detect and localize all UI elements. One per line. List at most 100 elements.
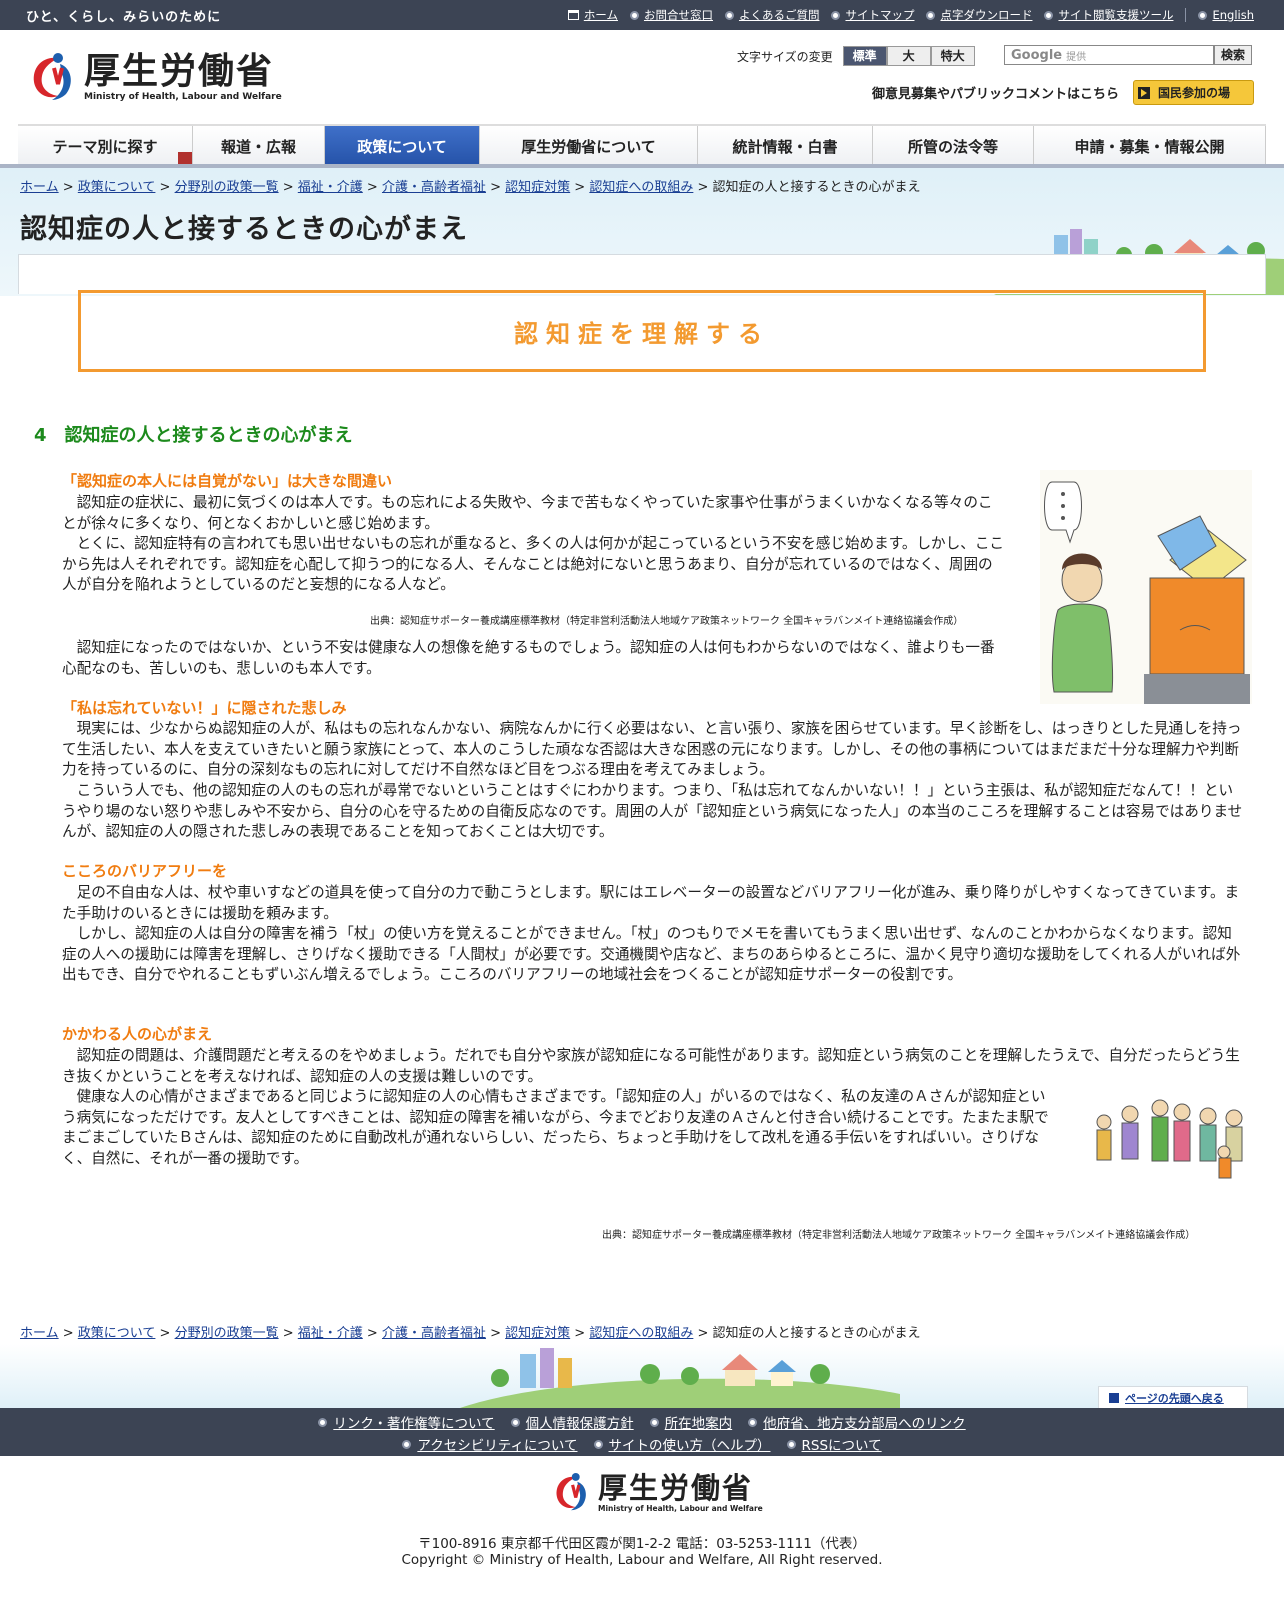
paragraph: とくに、認知症特有の言われても思い出せないもの忘れが重なると、多くの人は何かが起… <box>62 535 1005 593</box>
home-link[interactable]: ホーム <box>567 7 618 23</box>
font-size-label: 文字サイズの変更 <box>737 49 833 64</box>
site-logo[interactable]: 厚生労働省 Ministry of Health, Labour and Wel… <box>28 50 282 104</box>
logo-jp: 厚生労働省 <box>598 1470 754 1505</box>
bullet-icon <box>510 1417 520 1427</box>
paragraph: 認知症の症状に、最初に気づくのは本人です。もの忘れによる失敗や、今まで苦もなくや… <box>62 494 993 532</box>
citation: 出典：認知症サポーター養成講座標準教材（特定非営利活動法人地域ケア政策ネットワー… <box>370 616 964 627</box>
subheading: こころのバリアフリーを <box>62 862 228 880</box>
footer-link[interactable]: 所在地案内 <box>649 1412 732 1432</box>
confused-person-illustration <box>1040 470 1252 704</box>
search-form: Google 提供 検索 <box>1004 45 1252 65</box>
paragraph: こういう人でも、他の認知症の人のもの忘れが尋常でないということはすぐにわかります… <box>62 782 1243 840</box>
group-of-people-illustration <box>1096 1099 1243 1179</box>
breadcrumb-link[interactable]: 政策について <box>78 1326 156 1341</box>
nav-press[interactable]: 報道・広報 <box>193 126 325 166</box>
page-title: 認知症の人と接するときの心がまえ <box>20 214 468 245</box>
logo-en: Ministry of Health, Labour and Welfare <box>84 92 282 102</box>
bullet-icon <box>748 1417 758 1427</box>
font-size-xlarge-button[interactable]: 特大 <box>930 46 975 66</box>
footer-link[interactable]: サイトの使い方（ヘルプ） <box>593 1434 771 1454</box>
top-links: ホーム お問合せ窓口 よくあるご質問 サイトマップ 点字ダウンロード サイト閲覧… <box>556 7 1254 23</box>
footer-links-row: リンク・著作権等について 個人情報保護方針 所在地案内 他府省、地方支分部局への… <box>0 1412 1284 1432</box>
home-icon <box>567 10 579 20</box>
subheading: 「認知症の本人には自覚がない」は大きな間違い <box>62 472 393 490</box>
section-banner: 認知症を理解する <box>78 290 1206 372</box>
font-size-switcher: 文字サイズの変更 標準 大 特大 <box>737 46 975 66</box>
footer-link[interactable]: アクセシビリティについて <box>402 1434 578 1454</box>
nav-policy[interactable]: 政策について <box>325 126 480 166</box>
breadcrumb-link[interactable]: 介護・高齢者福祉 <box>382 1326 486 1341</box>
paragraph: しかし、認知症の人は自分の障害を補う「杖」の使い方を覚えることができません。「杖… <box>62 925 1241 983</box>
paragraph: 認知症になったのではないか、という不安は健康な人の想像を絶するものでしょう。認知… <box>62 639 995 677</box>
logo-text: 厚生労働省 Ministry of Health, Labour and Wel… <box>84 51 282 103</box>
breadcrumb: ホーム > 政策について > 分野別の政策一覧 > 福祉・介護 > 介護・高齢者… <box>20 180 921 195</box>
logo-jp: 厚生労働省 <box>84 51 275 92</box>
breadcrumb-link[interactable]: ホーム <box>20 180 59 195</box>
breadcrumb-link[interactable]: 分野別の政策一覧 <box>175 180 279 195</box>
bullet-icon <box>1198 10 1208 20</box>
page-top-icon <box>1109 1392 1119 1403</box>
bullet-icon <box>593 1439 603 1449</box>
footer-link[interactable]: リンク・著作権等について <box>318 1412 495 1432</box>
footer-link[interactable]: RSSについて <box>786 1434 882 1454</box>
breadcrumb-bottom: ホーム > 政策について > 分野別の政策一覧 > 福祉・介護 > 介護・高齢者… <box>20 1326 921 1341</box>
breadcrumb-link[interactable]: 認知症への取組み <box>589 1326 693 1341</box>
contact-link[interactable]: お問合せ窓口 <box>629 7 713 23</box>
footer-town-illustration <box>460 1348 900 1408</box>
browsing-support-link[interactable]: サイト閲覧支援ツール <box>1044 7 1173 23</box>
bullet-icon <box>724 10 734 20</box>
search-input[interactable]: Google 提供 <box>1004 45 1214 65</box>
breadcrumb-link[interactable]: 認知症対策 <box>505 1326 570 1341</box>
bullet-icon <box>831 10 841 20</box>
bullet-icon <box>649 1417 659 1427</box>
top-bar: ひと、くらし、みらいのために ホーム お問合せ窓口 よくあるご質問 サイトマップ… <box>0 0 1284 30</box>
arrow-icon <box>1138 86 1150 99</box>
footer-link[interactable]: 他府省、地方支分部局へのリンク <box>748 1412 966 1432</box>
page-top-link[interactable]: ページの先頭へ戻る <box>1098 1386 1248 1408</box>
mhlw-logo-icon <box>556 1473 586 1511</box>
section-title: 4 認知症の人と接するときの心がまえ <box>34 425 353 446</box>
breadcrumb-link[interactable]: 介護・高齢者福祉 <box>382 180 486 195</box>
footer-link[interactable]: 個人情報保護方針 <box>510 1412 634 1432</box>
subheading: 「私は忘れていない！」に隠された悲しみ <box>62 699 347 717</box>
breadcrumb-link[interactable]: 認知症への取組み <box>589 180 693 195</box>
english-link[interactable]: English <box>1198 8 1254 22</box>
nav-theme-search[interactable]: テーマ別に探す <box>18 126 193 166</box>
bullet-icon <box>926 10 936 20</box>
public-participation-button[interactable]: 国民参加の場 <box>1133 80 1254 105</box>
breadcrumb-link[interactable]: 福祉・介護 <box>298 180 363 195</box>
address: 〒100-8916 東京都千代田区霞が関1-2-2 電話：03-5253-111… <box>418 1536 866 1552</box>
faq-link[interactable]: よくあるご質問 <box>724 7 819 23</box>
mhlw-logo-icon <box>33 53 71 100</box>
breadcrumb-link[interactable]: 福祉・介護 <box>298 1326 363 1341</box>
paragraph: 現実には、少なからぬ認知症の人が、私はもの忘れなんかない、病院なんかに行く必要は… <box>62 720 1242 778</box>
citation: 出典：認知症サポーター養成講座標準教材（特定非営利活動法人地域ケア政策ネットワー… <box>602 1230 1196 1241</box>
bullet-icon <box>402 1439 412 1449</box>
header: 厚生労働省 Ministry of Health, Labour and Wel… <box>0 30 1284 124</box>
nav-about-ministry[interactable]: 厚生労働省について <box>480 126 698 166</box>
breadcrumb-link[interactable]: 政策について <box>78 180 156 195</box>
nav-laws[interactable]: 所管の法令等 <box>873 126 1034 166</box>
logo-en: Ministry of Health, Labour and Welfare <box>598 1503 763 1513</box>
bullet-icon <box>1044 10 1054 20</box>
font-size-normal-button[interactable]: 標準 <box>842 46 887 66</box>
banner-text: 認知症を理解する <box>514 319 770 348</box>
breadcrumb-link[interactable]: ホーム <box>20 1326 59 1341</box>
braille-download-link[interactable]: 点字ダウンロード <box>926 7 1032 23</box>
bullet-icon <box>786 1439 796 1449</box>
breadcrumb-link[interactable]: 分野別の政策一覧 <box>175 1326 279 1341</box>
sitemap-link[interactable]: サイトマップ <box>831 7 914 23</box>
bullet-icon <box>318 1417 328 1427</box>
logo-text: 厚生労働省 Ministry of Health, Labour and Wel… <box>598 1472 763 1513</box>
paragraph: 認知症の問題は、介護問題だと考えるのをやめましょう。だれでも自分や家族が認知症に… <box>62 1047 1240 1085</box>
breadcrumb-link[interactable]: 認知症対策 <box>505 180 570 195</box>
footer-links-row: アクセシビリティについて サイトの使い方（ヘルプ） RSSについて <box>0 1434 1284 1454</box>
nav-applications[interactable]: 申請・募集・情報公開 <box>1034 126 1266 166</box>
global-nav: テーマ別に探す 報道・広報 政策について 厚生労働省について 統計情報・白書 所… <box>18 124 1266 166</box>
font-size-large-button[interactable]: 大 <box>886 46 931 66</box>
paragraph: 足の不自由な人は、杖や車いすなどの道具を使って自分の力で動こうとします。駅にはエ… <box>62 884 1240 922</box>
search-placeholder: 提供 <box>1066 51 1087 63</box>
search-button[interactable]: 検索 <box>1214 45 1252 65</box>
nav-statistics[interactable]: 統計情報・白書 <box>698 126 873 166</box>
divider <box>1185 8 1187 22</box>
